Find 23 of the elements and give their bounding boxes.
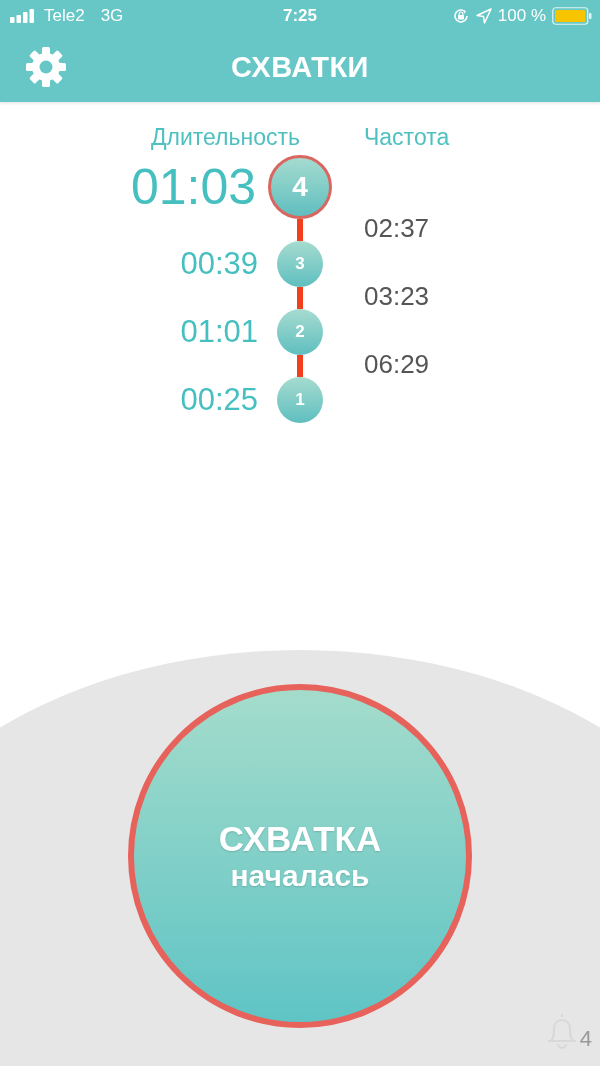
duration-value: 01:03 [130, 158, 256, 216]
contraction-node[interactable]: 1 [277, 377, 323, 423]
interval-value: 06:29 [364, 353, 431, 375]
interval-value: 02:37 [364, 217, 431, 239]
contraction-node[interactable]: 2 [277, 309, 323, 355]
location-arrow-icon [475, 8, 492, 24]
network-type: 3G [100, 6, 124, 26]
interval-value: 03:23 [364, 285, 431, 307]
battery-icon [552, 7, 592, 25]
frequency-heading: Частота [364, 124, 451, 151]
notification-count: 4 [579, 1028, 592, 1050]
screen-title: СХВАТКИ [231, 50, 369, 84]
battery-percent: 100 % [497, 6, 546, 26]
settings-icon[interactable] [25, 46, 67, 88]
contraction-node[interactable]: 4 [268, 155, 332, 219]
duration-value: 00:25 [180, 382, 258, 418]
clock: 7:25 [283, 6, 317, 26]
carrier-name: Tele2 [44, 6, 85, 26]
rotation-lock-icon [451, 7, 470, 25]
contraction-node[interactable]: 3 [277, 241, 323, 287]
duration-value: 01:01 [180, 314, 258, 350]
duration-value: 00:39 [180, 246, 258, 282]
duration-heading: Длительность [150, 124, 300, 151]
